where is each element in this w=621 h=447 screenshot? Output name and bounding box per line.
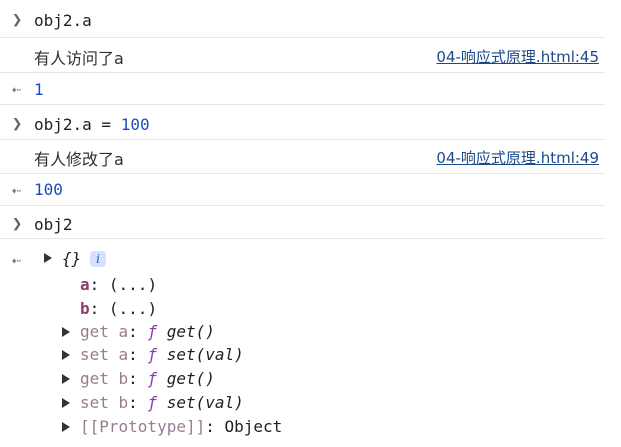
triangle-right-icon[interactable] [62, 327, 70, 337]
object-property: a: (...) [80, 275, 157, 294]
function-icon: ƒ [147, 369, 158, 388]
accessor-sep: : [128, 345, 148, 364]
console-input-row[interactable]: ❯ obj2.a [0, 0, 605, 38]
console-input-row[interactable]: ❯ obj2 [0, 206, 605, 239]
accessor-label: set a [80, 345, 129, 364]
log-message: 有人修改了a [34, 150, 124, 169]
info-icon[interactable]: i [90, 251, 106, 267]
result-value: 100 [34, 180, 63, 199]
object-preview[interactable]: {} [62, 249, 81, 268]
property-value-lazy[interactable]: (...) [109, 299, 157, 318]
command-number: 100 [120, 115, 150, 134]
property-value-lazy[interactable]: (...) [109, 275, 157, 294]
accessor-label: get a [80, 322, 129, 341]
property-sep: : [89, 299, 109, 318]
triangle-right-icon[interactable] [62, 398, 70, 408]
return-arrow-icon: ⇠ [12, 251, 22, 269]
function-signature: set(val) [166, 345, 244, 364]
accessor-row[interactable]: get a: ƒ get() [80, 322, 215, 341]
object-property: b: (...) [80, 299, 157, 318]
function-icon: ƒ [147, 345, 158, 364]
property-key: b [80, 299, 90, 318]
triangle-right-icon[interactable] [62, 422, 70, 432]
accessor-sep: : [128, 322, 148, 341]
log-message: 有人访问了a [34, 49, 124, 68]
console-command: obj2 [34, 215, 73, 234]
return-arrow-icon: ⇠ [12, 181, 22, 199]
console-log-row: 有人修改了a 04-响应式原理.html:49 [0, 140, 605, 174]
devtools-console: ❯ obj2.a 有人访问了a 04-响应式原理.html:45 ⇠ 1 ❯ o… [0, 0, 605, 447]
prototype-label: [[Prototype]] [80, 417, 206, 436]
result-value: 1 [34, 80, 44, 99]
console-input-row[interactable]: ❯ obj2.a = 100 [0, 105, 605, 140]
prototype-sep: : [205, 417, 225, 436]
function-signature: get() [166, 322, 215, 341]
triangle-right-icon[interactable] [62, 374, 70, 384]
console-result-row: ⇠ 1 [0, 73, 605, 105]
console-result-row: ⇠ 100 [0, 174, 605, 206]
prototype-value: Object [224, 417, 283, 436]
command-operator: = [91, 115, 121, 134]
function-signature: set(val) [166, 393, 244, 412]
prototype-row[interactable]: [[Prototype]]: Object [80, 417, 282, 436]
console-command: obj2.a [34, 11, 92, 30]
log-source-link[interactable]: 04-响应式原理.html:45 [436, 46, 599, 67]
accessor-sep: : [128, 393, 148, 412]
accessor-row[interactable]: get b: ƒ get() [80, 369, 215, 388]
console-command: obj2.a = 100 [34, 115, 150, 134]
return-arrow-icon: ⇠ [12, 80, 22, 98]
console-object-result: ⇠ {} i a: (...) b: (...) get a: ƒ get() … [0, 239, 605, 447]
property-sep: : [89, 275, 109, 294]
chevron-right-icon: ❯ [12, 114, 23, 134]
function-icon: ƒ [147, 393, 158, 412]
property-key: a [80, 275, 90, 294]
triangle-right-icon[interactable] [44, 253, 52, 263]
console-log-row: 有人访问了a 04-响应式原理.html:45 [0, 38, 605, 73]
accessor-label: get b [80, 369, 129, 388]
function-icon: ƒ [147, 322, 158, 341]
accessor-row[interactable]: set a: ƒ set(val) [80, 345, 244, 364]
accessor-row[interactable]: set b: ƒ set(val) [80, 393, 244, 412]
command-expression: obj2.a [34, 115, 92, 134]
accessor-sep: : [128, 369, 148, 388]
accessor-label: set b [80, 393, 129, 412]
log-source-link[interactable]: 04-响应式原理.html:49 [436, 147, 599, 168]
function-signature: get() [166, 369, 215, 388]
chevron-right-icon: ❯ [12, 214, 23, 234]
triangle-right-icon[interactable] [62, 350, 70, 360]
chevron-right-icon: ❯ [12, 10, 23, 30]
